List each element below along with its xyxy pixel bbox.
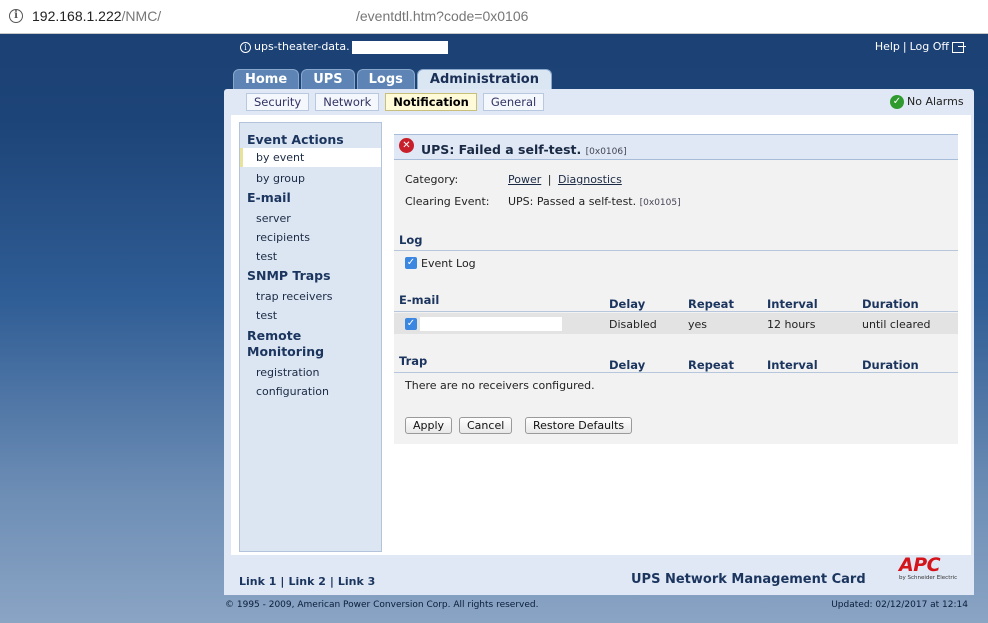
trap-empty-message: There are no receivers configured. — [405, 379, 595, 392]
divider — [394, 372, 958, 373]
event-panel — [394, 134, 958, 444]
device-name: ups-theater-data. — [254, 40, 350, 53]
check-icon: ✓ — [890, 95, 904, 109]
sidebar-item-recipients[interactable]: recipients — [240, 228, 381, 247]
trap-heading: Trap — [399, 354, 428, 368]
sidebar: Event Actions by event by group E-mail s… — [239, 122, 382, 552]
subtab-network[interactable]: Network — [315, 93, 380, 111]
category-link-power[interactable]: Power — [508, 173, 541, 186]
logoff-link[interactable]: Log Off — [910, 40, 949, 53]
category-links: Power | Diagnostics — [508, 173, 622, 186]
category-link-diagnostics[interactable]: Diagnostics — [558, 173, 622, 186]
subtab-security[interactable]: Security — [246, 93, 310, 111]
email-col-delay: Delay — [609, 297, 646, 311]
sidebar-item-registration[interactable]: registration — [240, 363, 381, 382]
tab-administration[interactable]: Administration — [416, 69, 552, 89]
error-icon: ✕ — [399, 138, 414, 153]
alarm-status[interactable]: ✓ No Alarms — [890, 95, 964, 109]
url-host: 192.168.1.222/NMC/ — [32, 8, 162, 24]
log-heading: Log — [399, 233, 423, 247]
alarm-status-label: No Alarms — [907, 95, 964, 108]
logoff-icon[interactable] — [952, 41, 966, 53]
subtab-general[interactable]: General — [482, 93, 545, 111]
info-icon: i — [240, 42, 251, 53]
clearing-event-value: UPS: Passed a self-test. [0x0105] — [508, 195, 681, 208]
trap-col-delay: Delay — [609, 358, 646, 372]
footer-link-3[interactable]: Link 3 — [338, 575, 375, 588]
tab-logs[interactable]: Logs — [356, 69, 415, 89]
email-interval-value: 12 hours — [767, 318, 816, 331]
email-recipient-checkbox[interactable]: ✓ — [405, 318, 417, 330]
email-duration-value: until cleared — [862, 318, 931, 331]
tab-home[interactable]: Home — [233, 69, 300, 89]
sidebar-item-email-test[interactable]: test — [240, 247, 381, 266]
apply-button[interactable]: Apply — [405, 417, 453, 434]
help-link[interactable]: Help — [875, 40, 900, 53]
main-tabs: Home UPS Logs Administration — [233, 69, 554, 89]
sidebar-heading-event-actions: Event Actions — [247, 132, 344, 147]
sidebar-item-by-event[interactable]: by event — [240, 148, 381, 167]
email-delay-value: Disabled — [609, 318, 657, 331]
email-col-interval: Interval — [767, 297, 818, 311]
updated-timestamp: Updated: 02/12/2017 at 12:14 — [831, 600, 968, 610]
footer-link-2[interactable]: Link 2 — [288, 575, 325, 588]
event-title: UPS: Failed a self-test. [0x0106] — [421, 142, 627, 157]
product-name: UPS Network Management Card — [631, 572, 866, 587]
sidebar-heading-remote-monitoring: Remote Monitoring — [247, 328, 325, 359]
tab-ups[interactable]: UPS — [301, 69, 355, 89]
device-info: i ups-theater-data. — [240, 40, 448, 54]
sidebar-heading-email: E-mail — [247, 190, 291, 205]
redacted-url-segment — [176, 6, 356, 28]
redacted-device-name — [351, 40, 448, 54]
redacted-email-recipient — [420, 317, 562, 331]
email-heading: E-mail — [399, 293, 440, 307]
email-col-duration: Duration — [862, 297, 919, 311]
event-log-checkbox[interactable]: ✓ — [405, 257, 417, 269]
trap-col-repeat: Repeat — [688, 358, 734, 372]
sidebar-item-by-group[interactable]: by group — [240, 169, 381, 188]
divider — [394, 250, 958, 251]
divider — [394, 311, 958, 312]
sidebar-heading-snmp-traps: SNMP Traps — [247, 268, 331, 283]
sidebar-item-server[interactable]: server — [240, 209, 381, 228]
browser-address-bar[interactable]: i 192.168.1.222/NMC/ /eventdtl.htm?code=… — [0, 0, 988, 34]
event-code: [0x0106] — [585, 147, 627, 157]
copyright: © 1995 - 2009, American Power Conversion… — [225, 600, 539, 610]
email-repeat-value: yes — [688, 318, 708, 331]
footer-link-1[interactable]: Link 1 — [239, 575, 276, 588]
footer-links: Link 1 | Link 2 | Link 3 — [239, 575, 376, 588]
restore-defaults-button[interactable]: Restore Defaults — [525, 417, 633, 434]
sidebar-item-configuration[interactable]: configuration — [240, 382, 381, 401]
clearing-event-label: Clearing Event: — [405, 195, 490, 208]
sidebar-item-trap-test[interactable]: test — [240, 306, 381, 325]
subtab-notification[interactable]: Notification — [385, 93, 477, 111]
sub-tabs: Security Network Notification General — [246, 93, 550, 111]
trap-col-interval: Interval — [767, 358, 818, 372]
category-label: Category: — [405, 173, 459, 186]
trap-col-duration: Duration — [862, 358, 919, 372]
event-log-label: Event Log — [421, 257, 476, 270]
email-col-repeat: Repeat — [688, 297, 734, 311]
info-icon[interactable]: i — [9, 9, 23, 23]
apc-logo: APC by Schneider Electric — [899, 554, 958, 581]
top-links: Help | Log Off — [875, 40, 966, 53]
cancel-button[interactable]: Cancel — [459, 417, 513, 434]
url-tail: /eventdtl.htm?code=0x0106 — [356, 8, 529, 24]
sidebar-item-trap-receivers[interactable]: trap receivers — [240, 287, 381, 306]
